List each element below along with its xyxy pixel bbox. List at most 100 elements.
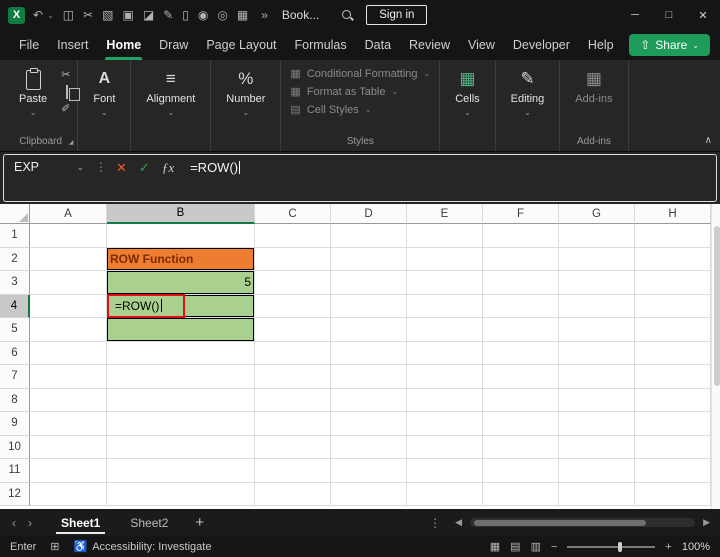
cell-G9[interactable] — [559, 412, 635, 436]
share-button[interactable]: ⇧ Share ⌄ — [629, 34, 710, 56]
scroll-left-button[interactable]: ◀ — [451, 517, 466, 528]
cell-G11[interactable] — [559, 459, 635, 483]
pen-icon[interactable]: ✎ — [163, 9, 173, 21]
zoom-slider[interactable] — [567, 541, 656, 552]
cut-button[interactable]: ✂ — [61, 70, 70, 81]
cell-H7[interactable] — [635, 365, 711, 389]
formula-input[interactable]: =ROW() — [180, 155, 250, 175]
cell-B10[interactable] — [107, 435, 255, 459]
cell-H5[interactable] — [635, 318, 711, 342]
cell-C2[interactable] — [255, 247, 331, 271]
undo-button[interactable]: ↶ — [33, 9, 43, 21]
accessibility-status[interactable]: ♿ Accessibility: Investigate — [74, 540, 212, 554]
cell-G10[interactable] — [559, 435, 635, 459]
pin-icon[interactable]: ◉ — [198, 9, 208, 21]
menu-tab-review[interactable]: Review — [400, 30, 459, 60]
cell-E12[interactable] — [407, 482, 483, 506]
table-icon[interactable]: ▦ — [237, 9, 248, 21]
cell-C12[interactable] — [255, 482, 331, 506]
page-layout-view-button[interactable]: ▤ — [510, 540, 520, 553]
cell-B12[interactable] — [107, 482, 255, 506]
row-header-3[interactable]: 3 — [0, 271, 30, 295]
cancel-formula-button[interactable]: ✕ — [110, 155, 133, 176]
cell-H6[interactable] — [635, 341, 711, 365]
search-icon[interactable] — [341, 9, 354, 22]
number-button[interactable]: % Number ⌄ — [218, 62, 273, 151]
cell-D3[interactable] — [331, 271, 407, 295]
collapse-ribbon-chevron-icon[interactable]: ∧ — [705, 135, 712, 146]
cell-D5[interactable] — [331, 318, 407, 342]
font-button[interactable]: A Font ⌄ — [85, 62, 123, 151]
row-header-9[interactable]: 9 — [0, 412, 30, 436]
cell-H4[interactable] — [635, 294, 711, 318]
cell-F10[interactable] — [483, 435, 559, 459]
cell-G8[interactable] — [559, 388, 635, 412]
cell-E5[interactable] — [407, 318, 483, 342]
cell-D4[interactable] — [331, 294, 407, 318]
row-header-8[interactable]: 8 — [0, 388, 30, 412]
toolbar-overflow-button[interactable]: » — [261, 8, 268, 22]
row-header-4[interactable]: 4 — [0, 294, 30, 318]
highlighter-icon[interactable]: ◪ — [143, 9, 154, 21]
column-header-D[interactable]: D — [331, 204, 407, 224]
cell-A1[interactable] — [30, 224, 107, 248]
cell-F11[interactable] — [483, 459, 559, 483]
cell-F6[interactable] — [483, 341, 559, 365]
copy-icon[interactable]: ◫ — [63, 9, 74, 21]
zoom-slider-thumb[interactable] — [618, 541, 623, 552]
cell-C5[interactable] — [255, 318, 331, 342]
row-header-11[interactable]: 11 — [0, 459, 30, 483]
column-header-B[interactable]: B — [107, 204, 255, 224]
cell-D9[interactable] — [331, 412, 407, 436]
vertical-scrollbar[interactable] — [711, 204, 720, 509]
horizontal-scrollbar-thumb[interactable] — [474, 519, 647, 526]
cell-C1[interactable] — [255, 224, 331, 248]
cell-F7[interactable] — [483, 365, 559, 389]
cell-A7[interactable] — [30, 365, 107, 389]
cells-button[interactable]: ▦ Cells ⌄ — [447, 62, 487, 151]
cell-H11[interactable] — [635, 459, 711, 483]
format-painter-button[interactable]: ✐ — [61, 104, 70, 115]
undo-chevron-down-icon[interactable]: ⌄ — [47, 11, 54, 20]
cell-A11[interactable] — [30, 459, 107, 483]
cell-G2[interactable] — [559, 247, 635, 271]
cell-C11[interactable] — [255, 459, 331, 483]
column-header-C[interactable]: C — [255, 204, 331, 224]
vertical-scrollbar-thumb[interactable] — [713, 226, 720, 386]
cell-A9[interactable] — [30, 412, 107, 436]
sheetbar-options-dots-icon[interactable]: ⋮ — [419, 516, 451, 530]
cell-B8[interactable] — [107, 388, 255, 412]
close-button[interactable]: ✕ — [686, 0, 720, 30]
cell-D8[interactable] — [331, 388, 407, 412]
cell-H12[interactable] — [635, 482, 711, 506]
cell-A12[interactable] — [30, 482, 107, 506]
maximize-button[interactable]: □ — [652, 0, 686, 30]
cell-E10[interactable] — [407, 435, 483, 459]
cell-E7[interactable] — [407, 365, 483, 389]
page-break-view-button[interactable]: ▥ — [531, 540, 541, 553]
cell-H2[interactable] — [635, 247, 711, 271]
cell-F9[interactable] — [483, 412, 559, 436]
menu-tab-help[interactable]: Help — [579, 30, 623, 60]
cell-A6[interactable] — [30, 341, 107, 365]
zoom-out-button[interactable]: − — [551, 541, 557, 553]
cell-F2[interactable] — [483, 247, 559, 271]
cell-G12[interactable] — [559, 482, 635, 506]
row-header-7[interactable]: 7 — [0, 365, 30, 389]
ribbon-format-as-table-button[interactable]: ▦ Format as Table ⌄ — [290, 85, 430, 99]
cell-C6[interactable] — [255, 341, 331, 365]
cell-F3[interactable] — [483, 271, 559, 295]
cell-E9[interactable] — [407, 412, 483, 436]
cell-E8[interactable] — [407, 388, 483, 412]
menu-tab-file[interactable]: File — [10, 30, 48, 60]
row-header-10[interactable]: 10 — [0, 435, 30, 459]
cell-F8[interactable] — [483, 388, 559, 412]
row-header-1[interactable]: 1 — [0, 224, 30, 248]
cell-F4[interactable] — [483, 294, 559, 318]
row-header-5[interactable]: 5 — [0, 318, 30, 342]
zoom-level[interactable]: 100% — [682, 541, 710, 553]
cell-B3[interactable]: 5 — [107, 271, 255, 295]
cell-B4[interactable]: =ROW() — [107, 293, 255, 318]
cut-icon[interactable]: ✂ — [83, 9, 93, 21]
row-header-2[interactable]: 2 — [0, 247, 30, 271]
